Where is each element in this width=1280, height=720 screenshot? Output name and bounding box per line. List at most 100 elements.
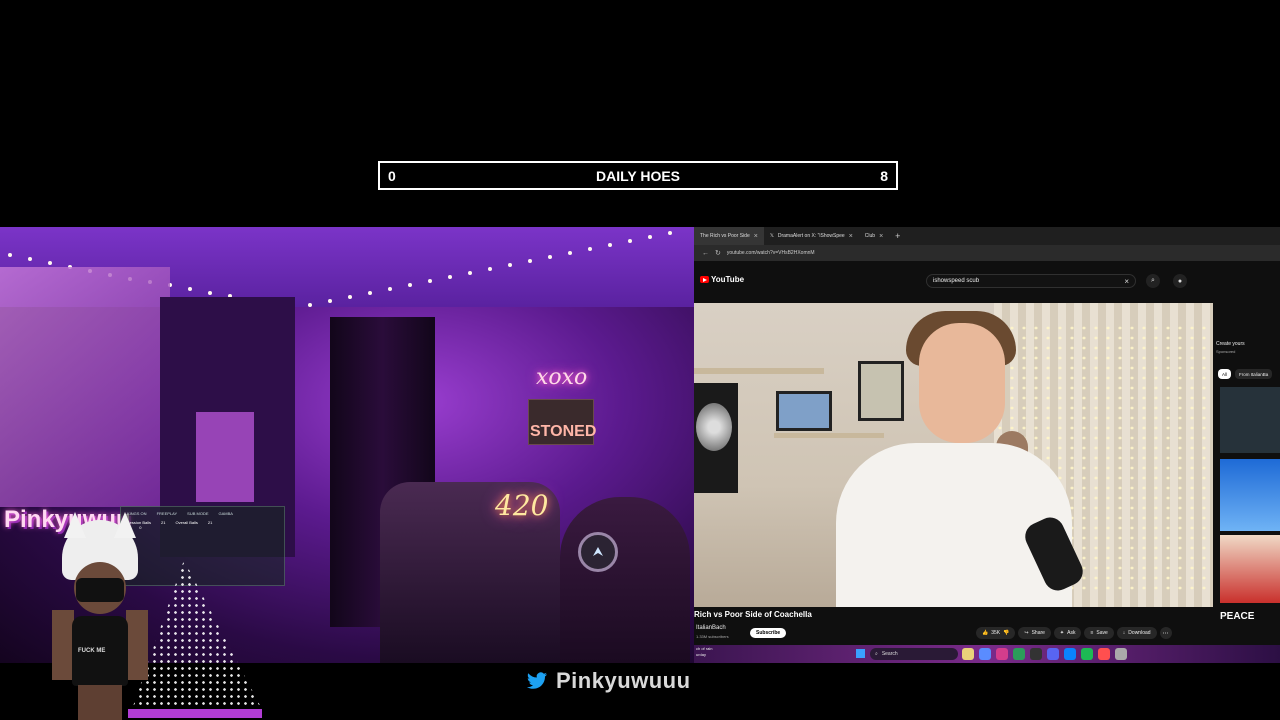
shelf — [694, 368, 824, 374]
save-button[interactable]: ≡ Save — [1084, 627, 1114, 639]
youtube-logo[interactable]: YouTube — [700, 275, 744, 284]
channel-name[interactable]: ItalianBach — [696, 625, 726, 631]
search-input[interactable]: ishowspeed scub × — [926, 274, 1136, 288]
app-icon[interactable] — [1098, 648, 1110, 660]
x-logo-icon: 𝕏 — [769, 233, 774, 239]
video-thumbnail[interactable] — [1220, 459, 1280, 531]
address-bar: ← ↻ youtube.com/watch?v=VHsB2HXomnM — [694, 245, 1280, 261]
like-count: 35K — [991, 630, 1001, 636]
search-icon: ⌕ — [875, 651, 878, 657]
tab-label: The Rich vs Poor Side — [700, 233, 750, 239]
wall-poster — [0, 267, 170, 507]
sign-stoned-text: STONED — [530, 423, 597, 440]
youtube-play-icon — [700, 276, 709, 283]
download-icon: ↓ — [1122, 630, 1126, 636]
stats-value: 21 — [207, 520, 213, 525]
download-button[interactable]: ↓ Download — [1116, 627, 1157, 639]
sparkle-icon: ✦ — [1059, 630, 1065, 636]
app-icon[interactable] — [1047, 648, 1059, 660]
app-icon[interactable] — [1081, 648, 1093, 660]
avatar-character: FUCK ME — [28, 512, 168, 720]
counter-left-value: 0 — [388, 167, 396, 184]
taskbar-apps — [962, 648, 1127, 660]
avatar-arm — [52, 610, 74, 680]
thumbs-up-icon: 👍 — [982, 630, 989, 636]
twitter-handle-text: Pinkyuwuuu — [556, 668, 691, 693]
url-field[interactable]: youtube.com/watch?v=VHsB2HXomnM — [727, 250, 1272, 256]
stats-header: KINGS ON — [127, 511, 147, 516]
moon — [696, 403, 732, 451]
save-icon: ≡ — [1090, 630, 1094, 636]
subscribe-button[interactable]: Subscribe — [750, 628, 787, 638]
ask-button[interactable]: ✦ Ask — [1053, 627, 1082, 639]
app-icon[interactable] — [962, 648, 974, 660]
stats-header: SUB MODE — [187, 511, 209, 516]
browser-tab[interactable]: The Rich vs Poor Side × — [694, 227, 764, 245]
sponsor-title[interactable]: Create yours — [1216, 341, 1245, 347]
doorway-light — [196, 412, 254, 502]
avatar-arm — [126, 610, 148, 680]
back-icon[interactable]: ← — [702, 250, 709, 257]
thumbs-down-icon[interactable]: 👎 — [1003, 630, 1009, 636]
video-thumbnail[interactable] — [1220, 387, 1280, 453]
avatar-shirt-text: FUCK ME — [78, 648, 106, 654]
new-tab-button[interactable]: + — [889, 231, 906, 241]
video-title: Rich vs Poor Side of Coachella — [694, 610, 812, 619]
browser-tab[interactable]: Club × — [859, 227, 889, 245]
stats-header: FREEPLAY — [156, 511, 178, 516]
app-icon[interactable] — [979, 648, 991, 660]
share-icon: ↪ — [1024, 630, 1029, 636]
streamer — [560, 497, 690, 663]
video-actions: 👍 35K 👎 ↪ Share ✦ Ask ≡ Save ↓ Download … — [976, 627, 1172, 639]
tab-label: DramaAlert on X: "iShowSpee — [777, 233, 845, 239]
shelf — [774, 433, 884, 438]
weather-widget[interactable]: ch of rain urday — [696, 646, 712, 658]
host-head — [919, 323, 1005, 443]
ask-label: Ask — [1067, 630, 1076, 636]
avatar-mask — [76, 578, 124, 602]
app-icon[interactable] — [1064, 648, 1076, 660]
video-player[interactable] — [694, 303, 1213, 607]
reload-icon[interactable]: ↻ — [715, 249, 721, 257]
youtube-header: YouTube ishowspeed scub × ⌕ ● — [694, 261, 1280, 301]
sponsor-label: Sponsored — [1216, 349, 1236, 354]
microphone-icon[interactable]: ● — [1173, 274, 1187, 288]
more-icon[interactable]: ⋯ — [1159, 627, 1172, 639]
share-button[interactable]: ↪ Share — [1018, 627, 1051, 639]
neon-sign-xoxo: xoxo — [536, 365, 588, 390]
chip-all[interactable]: All — [1218, 369, 1232, 379]
taskbar-search[interactable]: ⌕ Search — [870, 648, 958, 660]
download-label: Download — [1128, 630, 1151, 636]
close-icon[interactable]: × — [754, 233, 758, 240]
twitter-handle: Pinkyuwuuu — [526, 668, 691, 694]
counter-title: DAILY HOES — [595, 167, 681, 184]
app-icon[interactable] — [996, 648, 1008, 660]
start-icon[interactable] — [856, 649, 865, 658]
clear-icon[interactable]: × — [1124, 277, 1129, 286]
app-icon[interactable] — [1115, 648, 1127, 660]
chip-from-channel[interactable]: From ItalianBa — [1235, 369, 1273, 379]
avatar-legs — [78, 685, 122, 720]
save-label: Save — [1096, 630, 1108, 636]
app-icon[interactable] — [1013, 648, 1025, 660]
tab-bar: The Rich vs Poor Side × 𝕏 DramaAlert on … — [694, 227, 1280, 245]
tab-label: Club — [864, 233, 876, 239]
counter-right-value: 8 — [880, 167, 888, 184]
video-thumbnail[interactable] — [1220, 535, 1280, 603]
picture-frame — [776, 391, 832, 431]
weather-line: urday — [696, 652, 707, 657]
browser-tab[interactable]: 𝕏 DramaAlert on X: "iShowSpee × — [764, 227, 859, 245]
search-query[interactable]: ishowspeed scub — [933, 278, 1124, 284]
twitter-bird-icon — [526, 672, 548, 689]
like-button[interactable]: 👍 35K 👎 — [976, 627, 1016, 639]
search-icon[interactable]: ⌕ — [1146, 274, 1160, 288]
app-icon[interactable] — [1030, 648, 1042, 660]
share-label: Share — [1031, 630, 1045, 636]
recommendations-sidebar: Create yours Sponsored All From ItalianB… — [1216, 303, 1280, 643]
subscriber-count: 1.33M subscribers — [696, 634, 729, 639]
close-icon[interactable]: × — [879, 233, 883, 240]
close-icon[interactable]: × — [849, 233, 853, 240]
stats-header: GAMBA — [218, 511, 233, 516]
picture-frame — [858, 361, 904, 421]
neon-sign-420: 420 — [495, 489, 549, 522]
